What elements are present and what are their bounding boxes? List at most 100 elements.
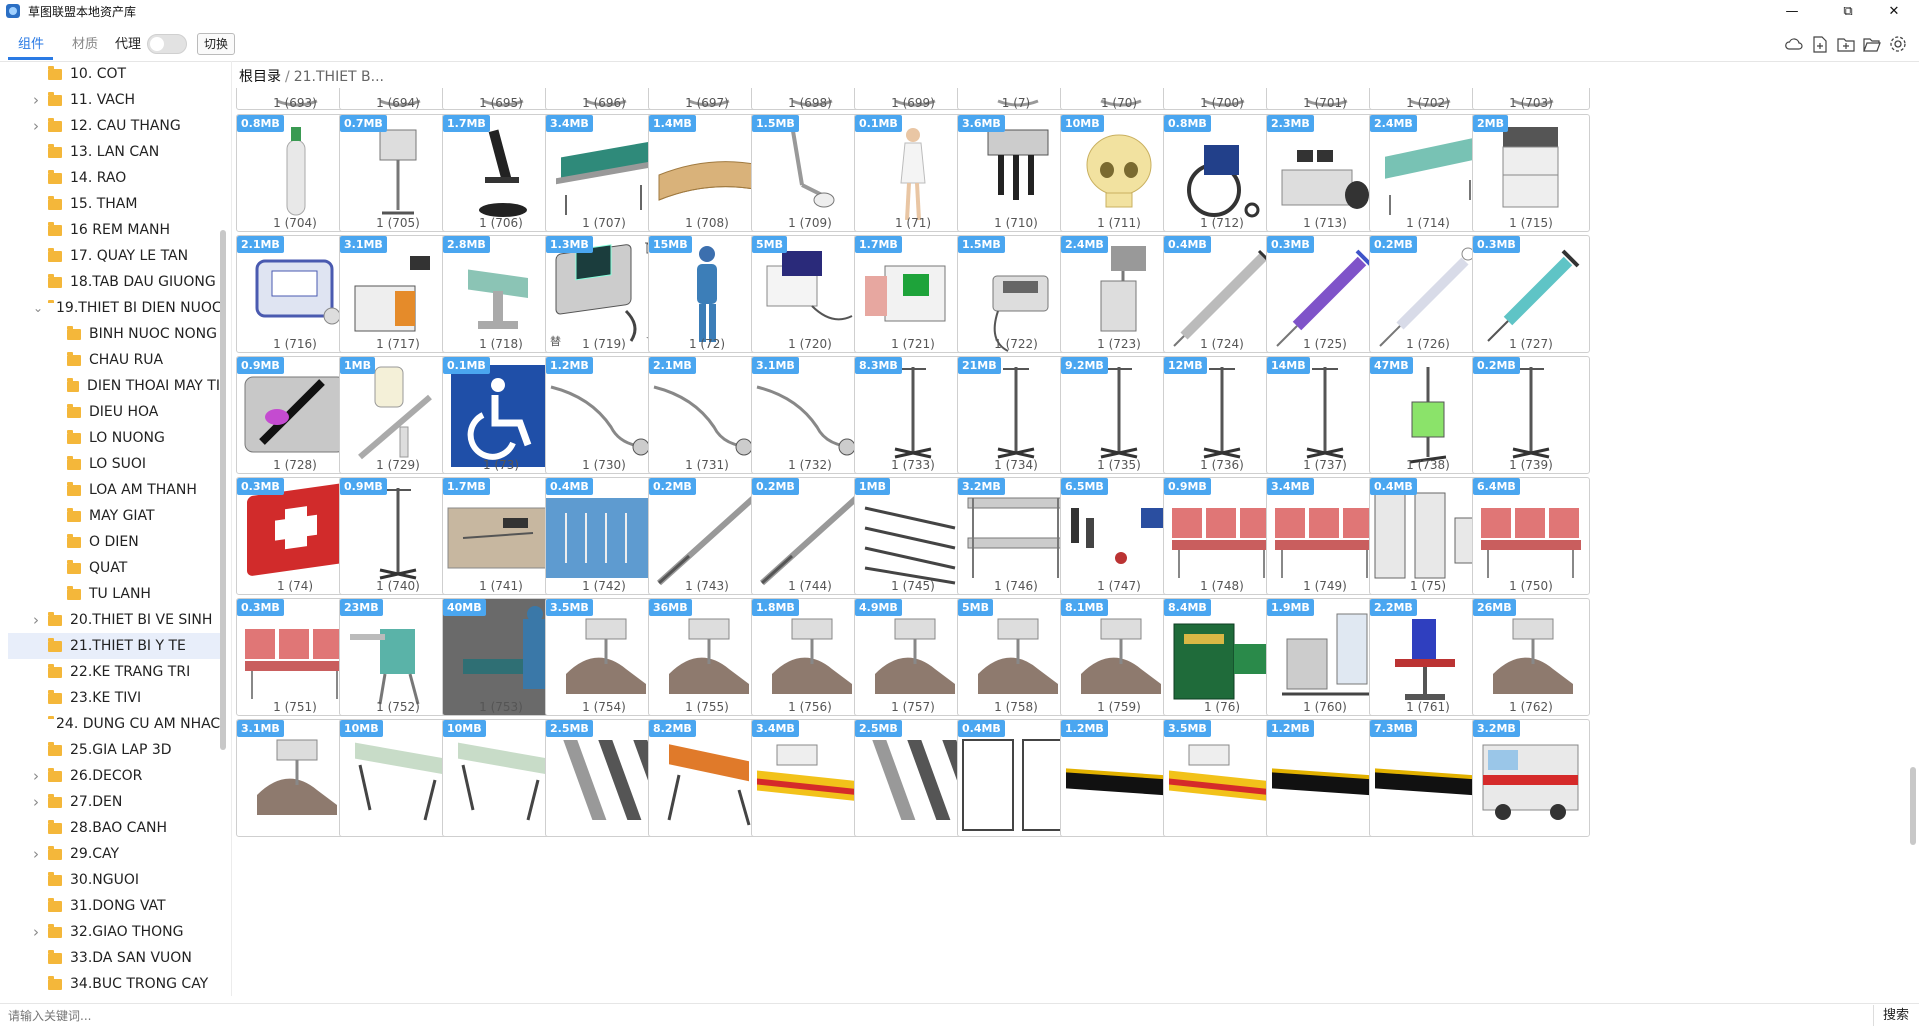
expand-arrow-icon[interactable]: › (33, 91, 39, 109)
asset-card[interactable]: 15MB (648, 235, 766, 353)
grid-scrollbar[interactable] (1910, 767, 1916, 845)
asset-card[interactable]: 3.5MB (1163, 719, 1281, 837)
asset-card[interactable]: 0.9MB (1163, 477, 1281, 595)
tree-item[interactable]: 15. THAM (8, 191, 220, 217)
asset-card[interactable]: 1.5MB (751, 114, 869, 232)
asset-card[interactable]: 3.2MB (1472, 719, 1590, 837)
asset-card[interactable]: 47MB (1369, 356, 1487, 474)
asset-card[interactable]: 36MB (648, 598, 766, 716)
asset-card[interactable]: 3.4MB (751, 719, 869, 837)
tree-item[interactable]: LO SUOI (8, 451, 220, 477)
tree-item[interactable]: › 27.DEN (8, 789, 220, 815)
asset-card[interactable]: 8.2MB (648, 719, 766, 837)
tree-item[interactable]: BINH NUOC NONG (8, 321, 220, 347)
panel-splitter[interactable] (231, 61, 232, 996)
tree-item[interactable]: ⌄ 19.THIET BI DIEN NUOC (8, 295, 220, 321)
tree-item[interactable]: QUAT (8, 555, 220, 581)
tree-item[interactable]: 21.THIET BI Y TE (8, 633, 220, 659)
asset-card[interactable]: 1.5MB (957, 235, 1075, 353)
asset-card[interactable]: 3.2MB (957, 477, 1075, 595)
tab-components[interactable]: 组件 (18, 33, 44, 57)
asset-card[interactable]: 1.7MB (442, 114, 560, 232)
tree-item[interactable]: CHAU RUA (8, 347, 220, 373)
asset-card[interactable]: 1.3MB☆替 (545, 235, 663, 353)
asset-card[interactable]: 5MB (751, 235, 869, 353)
asset-card[interactable]: 0.3MB (1266, 235, 1384, 353)
expand-arrow-icon[interactable]: › (33, 611, 39, 629)
tree-item[interactable]: 13. LAN CAN (8, 139, 220, 165)
expand-arrow-icon[interactable]: › (33, 845, 39, 863)
tree-item[interactable]: 30.NGUOI (8, 867, 220, 893)
expand-arrow-icon[interactable]: › (33, 793, 39, 811)
tree-item[interactable]: › 32.GIAO THONG (8, 919, 220, 945)
tree-item[interactable]: 14. RAO (8, 165, 220, 191)
asset-card[interactable]: 6.4MB (1472, 477, 1590, 595)
asset-card[interactable]: 10MB (339, 719, 457, 837)
asset-card[interactable]: 0.2MB (751, 477, 869, 595)
tree-item[interactable]: LO NUONG (8, 425, 220, 451)
asset-card[interactable]: 8.1MB (1060, 598, 1178, 716)
tree-item[interactable]: 33.DA SAN VUON (8, 945, 220, 971)
sidebar-scrollbar[interactable] (220, 230, 226, 750)
tree-item[interactable]: DIEN THOAI MAY TI (8, 373, 220, 399)
asset-card[interactable]: 9.2MB (1060, 356, 1178, 474)
asset-card[interactable]: 0.3MB (236, 598, 354, 716)
switch-button[interactable]: 切换 (197, 33, 235, 55)
tree-item[interactable]: 24. DUNG CU AM NHAC (8, 711, 220, 737)
tree-item[interactable]: 28.BAO CANH (8, 815, 220, 841)
asset-card[interactable]: 1MB (854, 477, 972, 595)
close-button[interactable]: ✕ (1872, 0, 1916, 22)
asset-card[interactable]: 2.2MB (1369, 598, 1487, 716)
asset-card[interactable]: 2.4MB (1369, 114, 1487, 232)
asset-card[interactable]: 4.9MB (854, 598, 972, 716)
asset-card[interactable]: 1.9MB (1266, 598, 1384, 716)
tree-item[interactable]: 17. QUAY LE TAN (8, 243, 220, 269)
asset-card[interactable]: 12MB (1163, 356, 1281, 474)
breadcrumb-root[interactable]: 根目录 (239, 69, 281, 85)
asset-card[interactable]: 1.2MB (1060, 719, 1178, 837)
tree-item[interactable]: 22.KE TRANG TRI (8, 659, 220, 685)
asset-card[interactable]: 0.4MB (545, 477, 663, 595)
asset-card[interactable]: 10MB (1060, 114, 1178, 232)
asset-card[interactable]: 5MB (957, 598, 1075, 716)
new-folder-icon[interactable] (1836, 34, 1856, 54)
asset-card[interactable]: 0.3MB (236, 477, 354, 595)
asset-card[interactable]: 2.3MB (1266, 114, 1384, 232)
asset-card[interactable]: 3.1MB (339, 235, 457, 353)
asset-card[interactable]: 1.7MB (854, 235, 972, 353)
asset-card[interactable]: 0.4MB (957, 719, 1075, 837)
asset-card[interactable]: 7.3MB (1369, 719, 1487, 837)
tree-item[interactable]: › 29.CAY (8, 841, 220, 867)
expand-arrow-icon[interactable]: › (33, 767, 39, 785)
maximize-button[interactable]: ⧉ (1826, 0, 1870, 22)
asset-card[interactable]: 14MB (1266, 356, 1384, 474)
tree-item[interactable]: 10. COT (8, 61, 220, 87)
asset-card[interactable]: 2.4MB (1060, 235, 1178, 353)
asset-card[interactable]: 3.1MB (236, 719, 354, 837)
asset-card[interactable]: 0.8MB (1163, 114, 1281, 232)
asset-card[interactable]: 0.8MB (236, 114, 354, 232)
search-input[interactable] (6, 1005, 1870, 1027)
asset-card[interactable]: 10MB (442, 719, 560, 837)
asset-card[interactable]: 23MB (339, 598, 457, 716)
asset-card[interactable]: 1.2MB (545, 356, 663, 474)
asset-card[interactable]: 1MB (339, 356, 457, 474)
tree-item[interactable]: 25.GIA LAP 3D (8, 737, 220, 763)
tab-materials[interactable]: 材质 (72, 33, 98, 57)
tree-item[interactable]: DIEU HOA (8, 399, 220, 425)
asset-card[interactable]: 3.1MB (751, 356, 869, 474)
tree-item[interactable]: 16 REM MANH (8, 217, 220, 243)
asset-card[interactable]: 0.2MB (1472, 356, 1590, 474)
asset-card[interactable]: 0.7MB (339, 114, 457, 232)
tree-item[interactable]: › 20.THIET BI VE SINH (8, 607, 220, 633)
asset-card[interactable]: 2.5MB (854, 719, 972, 837)
asset-card[interactable]: 3.4MB (1266, 477, 1384, 595)
asset-card[interactable]: 8.4MB (1163, 598, 1281, 716)
asset-card[interactable]: 3.6MB (957, 114, 1075, 232)
asset-card[interactable]: 6.5MB (1060, 477, 1178, 595)
tree-item[interactable]: › 11. VACH (8, 87, 220, 113)
asset-card[interactable]: 40MB (442, 598, 560, 716)
cloud-icon[interactable] (1784, 34, 1804, 54)
asset-card[interactable]: 1.4MB (648, 114, 766, 232)
asset-card[interactable]: 0.4MB (1163, 235, 1281, 353)
